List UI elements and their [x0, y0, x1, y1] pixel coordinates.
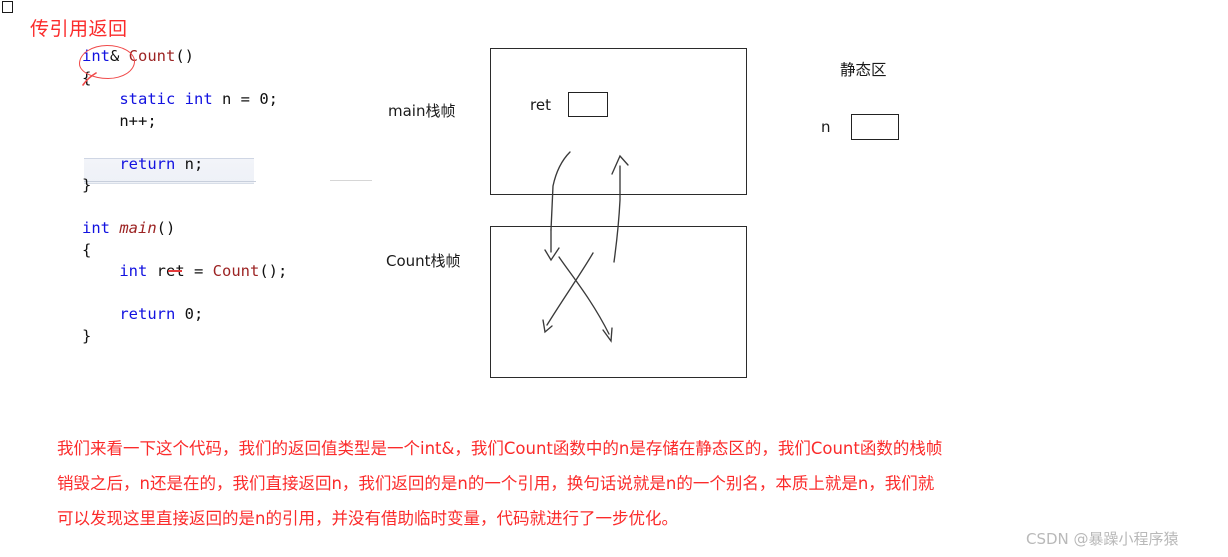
code-line[interactable]: return 0;	[82, 304, 287, 326]
code-token: n++;	[119, 111, 157, 130]
editor-guide-line	[330, 180, 372, 181]
code-token: int	[82, 219, 110, 237]
annotation-circle-tail-icon	[82, 72, 97, 86]
code-line[interactable]: int ret = Count();	[82, 261, 287, 283]
code-token: }	[82, 326, 92, 345]
label-n-variable: n	[821, 118, 831, 136]
code-token: int	[119, 262, 148, 280]
page-title: 传引用返回	[30, 18, 128, 40]
explanation-line-1: 我们来看一下这个代码，我们的返回值类型是一个int&，我们Count函数中的n是…	[57, 439, 943, 458]
code-token: n = 0;	[212, 90, 278, 108]
code-token: Count	[212, 262, 260, 280]
code-token: Count	[128, 47, 176, 65]
code-token: ()	[156, 219, 176, 237]
code-snippet[interactable]: int& Count(){ static int n = 0; n++; ret…	[82, 46, 287, 347]
csdn-watermark: CSDN @暴躁小程序猿	[1026, 530, 1179, 548]
label-main-stack-frame: main栈帧	[388, 102, 456, 120]
slide-canvas: 传引用返回 int& Count(){ static int n = 0; n+…	[0, 0, 1228, 557]
annotation-tick-ret	[168, 270, 182, 272]
code-token: {	[82, 240, 92, 259]
box-main-stack-frame	[490, 48, 747, 195]
box-count-stack-frame	[490, 226, 747, 378]
code-line[interactable]: n++;	[82, 111, 287, 133]
code-token: return	[119, 154, 176, 173]
code-line[interactable]: }	[82, 326, 287, 348]
code-token: main	[119, 219, 157, 237]
explanation-line-2: 销毁之后，n还是在的，我们直接返回n，我们返回的是n的一个引用，换句话说就是n的…	[57, 474, 935, 493]
code-line[interactable]	[82, 197, 287, 219]
explanation-paragraph: 我们来看一下这个代码，我们的返回值类型是一个int&，我们Count函数中的n是…	[57, 431, 1147, 536]
code-line[interactable]: static int n = 0;	[82, 89, 287, 111]
code-line[interactable]: int main()	[82, 218, 287, 240]
code-line[interactable]	[82, 132, 287, 154]
label-count-stack-frame: Count栈帧	[386, 252, 461, 270]
label-static-area: 静态区	[840, 61, 887, 79]
code-token: 0;	[175, 305, 204, 323]
corner-marker-icon	[2, 1, 13, 13]
code-token: static int	[119, 90, 213, 108]
explanation-line-3: 可以发现这里直接返回的是n的引用，并没有借助临时变量，代码就进行了一步优化。	[57, 509, 678, 528]
code-token: ();	[259, 262, 288, 280]
code-line[interactable]: }	[82, 175, 287, 197]
code-line[interactable]: return n;	[82, 154, 287, 176]
code-token: return	[119, 305, 176, 323]
code-line[interactable]	[82, 283, 287, 305]
code-token: n;	[175, 154, 204, 173]
box-n-value	[851, 114, 899, 140]
code-token: }	[82, 176, 92, 194]
label-ret-variable: ret	[530, 96, 551, 114]
code-token: ()	[175, 47, 195, 65]
code-line[interactable]: {	[82, 240, 287, 262]
box-ret-value	[568, 92, 608, 117]
